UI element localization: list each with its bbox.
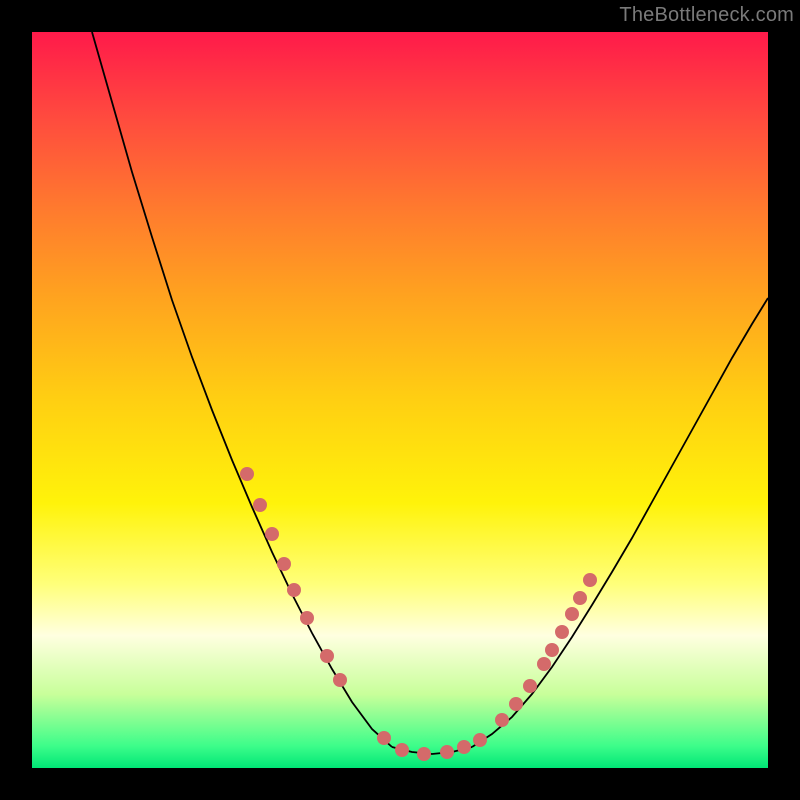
marker-dot (473, 733, 487, 747)
curve-layer (32, 32, 768, 768)
marker-dot (287, 583, 301, 597)
left-curve (92, 32, 392, 747)
marker-dot (583, 573, 597, 587)
marker-dot (440, 745, 454, 759)
marker-dot (457, 740, 471, 754)
marker-dot (377, 731, 391, 745)
marker-dot (545, 643, 559, 657)
marker-dot (565, 607, 579, 621)
marker-dot (509, 697, 523, 711)
marker-dot (555, 625, 569, 639)
marker-dot (417, 747, 431, 761)
marker-dot (320, 649, 334, 663)
marker-dot (265, 527, 279, 541)
marker-dot (523, 679, 537, 693)
marker-dot (333, 673, 347, 687)
chart-frame: TheBottleneck.com (0, 0, 800, 800)
marker-dot (277, 557, 291, 571)
marker-group (240, 467, 597, 761)
marker-dot (300, 611, 314, 625)
right-curve (472, 298, 768, 747)
watermark-text: TheBottleneck.com (619, 4, 794, 27)
marker-dot (495, 713, 509, 727)
marker-dot (573, 591, 587, 605)
marker-dot (240, 467, 254, 481)
marker-dot (395, 743, 409, 757)
marker-dot (253, 498, 267, 512)
marker-dot (537, 657, 551, 671)
